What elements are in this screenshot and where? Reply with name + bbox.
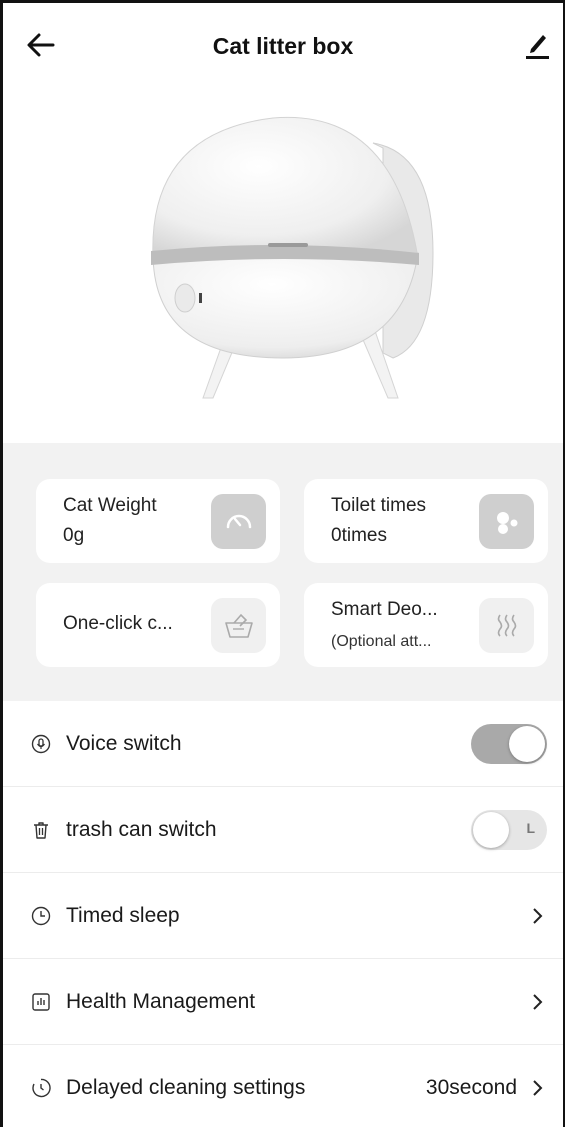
smart-deodorize-card[interactable]: Smart Deo... (Optional att... xyxy=(304,583,548,667)
function-cards: Cat Weight 0g Toilet times 0times One-cl… xyxy=(3,443,563,701)
card-label: One-click c... xyxy=(63,613,173,634)
cat-litter-box-illustration xyxy=(151,116,434,399)
card-value: 0times xyxy=(331,525,387,546)
voice-switch-row: Voice switch xyxy=(3,701,563,787)
row-label: Delayed cleaning settings xyxy=(66,1075,306,1099)
health-management-row[interactable]: Health Management xyxy=(3,959,563,1045)
card-value: 0g xyxy=(63,525,85,546)
bar-chart-icon xyxy=(30,991,52,1013)
chevron-right-icon xyxy=(533,907,543,924)
page-title: Cat litter box xyxy=(212,33,354,59)
toggle-knob xyxy=(473,811,509,848)
toggle-off-mark: L xyxy=(526,819,535,836)
clock-icon xyxy=(30,905,52,927)
top-bar: Cat litter box xyxy=(3,3,563,93)
pencil-icon xyxy=(526,35,549,59)
device-image xyxy=(3,93,563,443)
row-label: Voice switch xyxy=(66,731,182,755)
trash-can-switch-toggle[interactable]: L xyxy=(471,809,547,850)
settings-list: Voice switch trash can switch L Timed sl… xyxy=(3,701,563,1127)
toggle-knob xyxy=(509,725,545,762)
timer-icon xyxy=(30,1077,52,1099)
delayed-cleaning-row[interactable]: Delayed cleaning settings 30second xyxy=(3,1045,563,1127)
row-label: Health Management xyxy=(66,989,256,1013)
one-click-clean-card[interactable]: One-click c... xyxy=(36,583,280,667)
trash-can-switch-row: trash can switch L xyxy=(3,787,563,873)
scale-gauge-icon xyxy=(211,494,266,549)
cat-paw-icon xyxy=(479,494,534,549)
trash-can-icon xyxy=(30,819,52,841)
edit-button[interactable] xyxy=(523,27,559,67)
chevron-right-icon xyxy=(533,993,543,1010)
row-label: trash can switch xyxy=(66,817,217,841)
cleaning-basin-icon xyxy=(211,598,266,653)
voice-switch-toggle[interactable] xyxy=(471,723,547,764)
timed-sleep-row[interactable]: Timed sleep xyxy=(3,873,563,959)
delay-value: 30second xyxy=(425,1075,517,1099)
card-subtitle: (Optional att... xyxy=(331,633,432,650)
app-screen: Cat litter box Cat Weight 0g Toilet time… xyxy=(0,0,565,1127)
cat-weight-card[interactable]: Cat Weight 0g xyxy=(36,479,280,563)
deodorize-waves-icon xyxy=(479,598,534,653)
card-label: Cat Weight xyxy=(63,495,157,516)
card-label: Toilet times xyxy=(331,495,427,516)
microphone-icon xyxy=(30,733,52,755)
row-label: Timed sleep xyxy=(66,903,180,927)
chevron-right-icon xyxy=(533,1079,543,1096)
toilet-times-card[interactable]: Toilet times 0times xyxy=(304,479,548,563)
card-label: Smart Deo... xyxy=(331,599,438,620)
